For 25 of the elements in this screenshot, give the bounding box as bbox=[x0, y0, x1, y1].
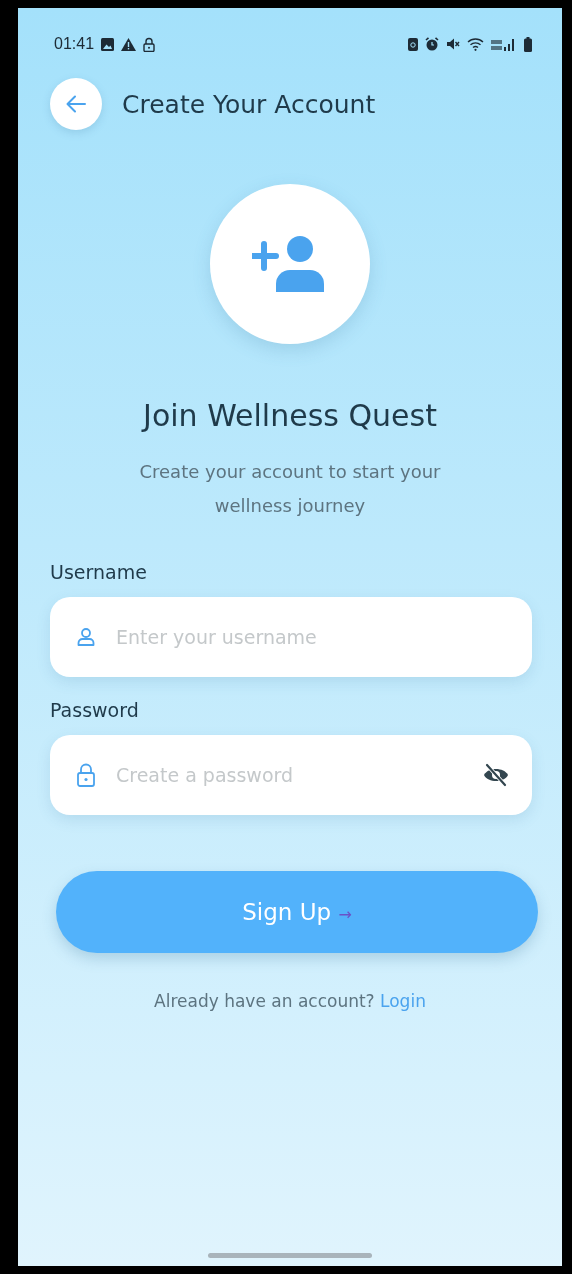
sign-up-button[interactable]: Sign Up → bbox=[56, 871, 538, 953]
back-arrow-icon bbox=[66, 95, 86, 113]
lock-icon bbox=[76, 763, 96, 787]
mute-icon bbox=[446, 37, 460, 51]
person-icon bbox=[76, 627, 96, 647]
battery-icon bbox=[524, 36, 532, 52]
battery-saver-icon bbox=[408, 37, 418, 51]
page-title: Create Your Account bbox=[122, 89, 376, 119]
status-time: 01:41 bbox=[54, 35, 95, 53]
input-field[interactable]: Enter your username bbox=[114, 625, 510, 649]
image-icon bbox=[101, 37, 115, 51]
eye-off-icon[interactable] bbox=[482, 763, 510, 787]
login-prompt: Already have an account? bbox=[154, 991, 375, 1011]
warning-icon bbox=[121, 37, 137, 51]
input-field[interactable]: Create a password bbox=[114, 763, 464, 787]
hero-title: Join Wellness Quest bbox=[143, 398, 437, 433]
login-link[interactable]: Login bbox=[380, 991, 426, 1011]
back-button[interactable] bbox=[50, 78, 102, 130]
wifi-icon bbox=[467, 37, 484, 51]
alarm-icon bbox=[425, 37, 439, 51]
signal-icon bbox=[491, 37, 517, 51]
field-label: Password bbox=[50, 699, 140, 721]
lock-icon bbox=[143, 36, 156, 52]
field-label: Username bbox=[50, 561, 148, 583]
hero-subtitle: Create your account to start your wellness journey bbox=[138, 460, 442, 518]
